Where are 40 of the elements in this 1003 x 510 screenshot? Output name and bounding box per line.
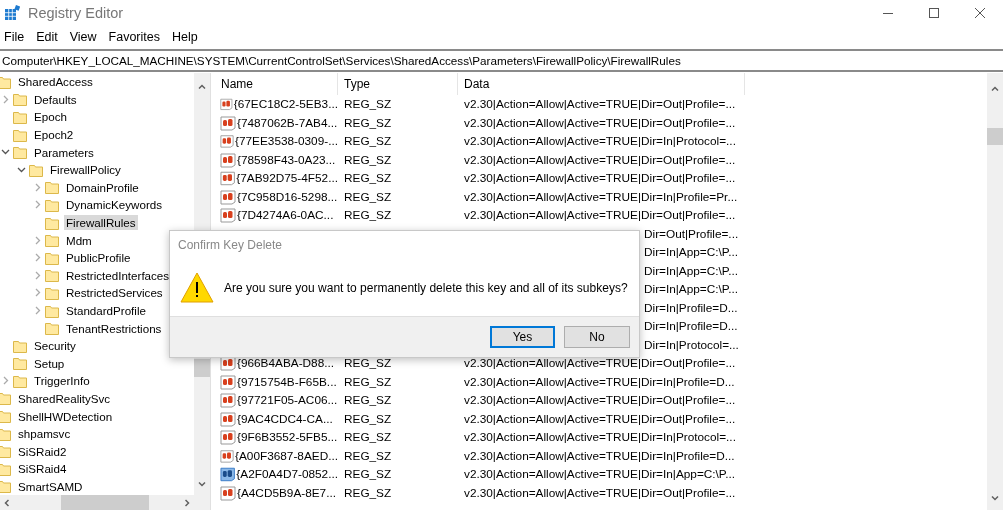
- table-cell-text: v2.30|Action=Allow|Active=TRUE|Dir=In|App=C:\P...: [463, 467, 737, 482]
- table-cell-text: REG_SZ: [343, 171, 393, 186]
- dialog-title: Confirm Key Delete: [178, 238, 283, 252]
- table-cell-text: v2.30|Action=Allow|Active=TRUE|Dir=In|Protocol=...: [463, 134, 737, 149]
- table-cell-text: REG_SZ: [343, 134, 393, 149]
- table-cell-text: REG_SZ: [343, 356, 393, 371]
- table-cell-text: v2.30|Action=Allow|Active=TRUE|Dir=Out|Profile=...: [463, 115, 737, 130]
- table-cell-text: REG_SZ: [343, 208, 393, 223]
- table-cell-text: v2.30|Action=Allow|Active=TRUE|Dir=Out|Profile=...: [463, 393, 737, 408]
- window-title: Registry Editor: [28, 5, 124, 21]
- table-cell: Dir=Out|Profile=...: [644, 226, 739, 241]
- table-cell-text: REG_SZ: [343, 485, 393, 500]
- table-cell: Dir=In|Profile=D...: [644, 300, 738, 315]
- table-cell: Dir=In|App=C:\P...: [644, 263, 738, 278]
- table-cell: Dir=In|Profile=D...: [644, 319, 738, 334]
- table-cell-text: v2.30|Action=Allow|Active=TRUE|Dir=Out|Profile=...: [463, 485, 737, 500]
- table-cell-text: REG_SZ: [343, 448, 393, 463]
- table-cell-text: v2.30|Action=Allow|Active=TRUE|Dir=In|Profile=D...: [463, 374, 736, 389]
- table-cell-text: REG_SZ: [343, 152, 393, 167]
- table-cell-text: v2.30|Action=Allow|Active=TRUE|Dir=Out|Profile=...: [463, 411, 737, 426]
- table-cell-text: v2.30|Action=Allow|Active=TRUE|Dir=In|Profile=Pr...: [463, 189, 739, 204]
- table-cell-text: v2.30|Action=Allow|Active=TRUE|Dir=Out|Profile=...: [463, 208, 737, 223]
- table-cell-text: REG_SZ: [343, 189, 393, 204]
- table-cell: Dir=In|Protocol=...: [644, 337, 739, 352]
- table-cell-text: v2.30|Action=Allow|Active=TRUE|Dir=Out|Profile=...: [463, 152, 737, 167]
- table-cell-text: REG_SZ: [343, 97, 393, 112]
- table-cell: Dir=In|App=C:\P...: [644, 282, 738, 297]
- table-cell-text: REG_SZ: [343, 393, 393, 408]
- table-cell-text: REG_SZ: [343, 374, 393, 389]
- table-cell-text: v2.30|Action=Allow|Active=TRUE|Dir=Out|Profile=...: [463, 356, 737, 371]
- table-cell-text: REG_SZ: [343, 411, 393, 426]
- table-cell-text: REG_SZ: [343, 467, 393, 482]
- table-cell-text: v2.30|Action=Allow|Active=TRUE|Dir=In|Protocol=...: [463, 430, 737, 445]
- table-cell-text: v2.30|Action=Allow|Active=TRUE|Dir=Out|Profile=...: [463, 171, 737, 186]
- dialog-message: Are you sure you want to permanently delete this key and all of its subkeys?: [224, 280, 628, 295]
- table-cell: Dir=In|App=C:\P...: [644, 245, 738, 260]
- table-cell-text: v2.30|Action=Allow|Active=TRUE|Dir=Out|Profile=...: [463, 97, 737, 112]
- table-cell-text: v2.30|Action=Allow|Active=TRUE|Dir=In|Profile=D...: [463, 448, 736, 463]
- table-cell-text: REG_SZ: [343, 115, 393, 130]
- table-cell-text: REG_SZ: [343, 430, 393, 445]
